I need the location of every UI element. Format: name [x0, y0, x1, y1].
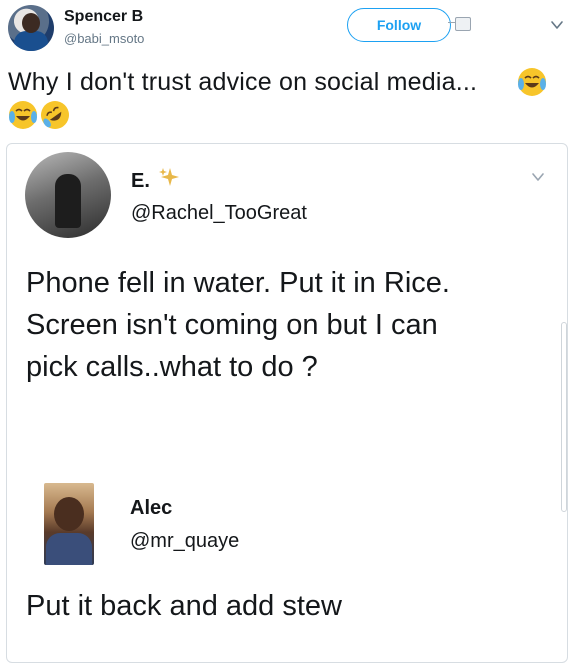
user-handle[interactable]: @babi_msoto [64, 31, 144, 46]
display-name[interactable]: Spencer B [64, 8, 143, 26]
quoted-display-name[interactable]: E. [131, 170, 150, 193]
quoted-text-line: pick calls..what to do ? [26, 351, 318, 383]
laughing-tears-emoji-icon [9, 101, 37, 129]
avatar-head [54, 497, 84, 531]
quoted-text-line: Screen isn't coming on but I can [26, 309, 438, 341]
avatar-figure [55, 174, 81, 228]
avatar[interactable] [8, 5, 54, 51]
reply-display-name[interactable]: Alec [130, 497, 172, 520]
avatar-body [46, 533, 92, 565]
laughing-tears-emoji-icon [518, 68, 546, 96]
avatar-shirt [14, 31, 48, 51]
quoted-text-line: Phone fell in water. Put it in Rice. [26, 267, 450, 299]
tweet-text: Why I don't trust advice on social media… [8, 68, 478, 96]
quoted-tweet-text: Phone fell in water. Put it in Rice. Scr… [26, 262, 556, 388]
scrollbar[interactable] [561, 322, 567, 512]
rofl-emoji-icon [41, 101, 69, 129]
reply-avatar[interactable] [44, 483, 94, 565]
profile-card-icon [455, 17, 471, 31]
follow-button[interactable]: Follow [347, 8, 451, 42]
reply-text: Put it back and add stew [26, 590, 342, 622]
quoted-avatar[interactable] [25, 152, 111, 238]
chevron-down-icon[interactable] [550, 18, 564, 32]
quoted-handle[interactable]: @Rachel_TooGreat [131, 202, 307, 225]
reply-handle[interactable]: @mr_quaye [130, 530, 239, 553]
sparkles-icon [159, 168, 179, 186]
follow-button-label: Follow [376, 17, 422, 33]
avatar-face [22, 13, 40, 33]
chevron-down-icon[interactable] [530, 169, 546, 185]
